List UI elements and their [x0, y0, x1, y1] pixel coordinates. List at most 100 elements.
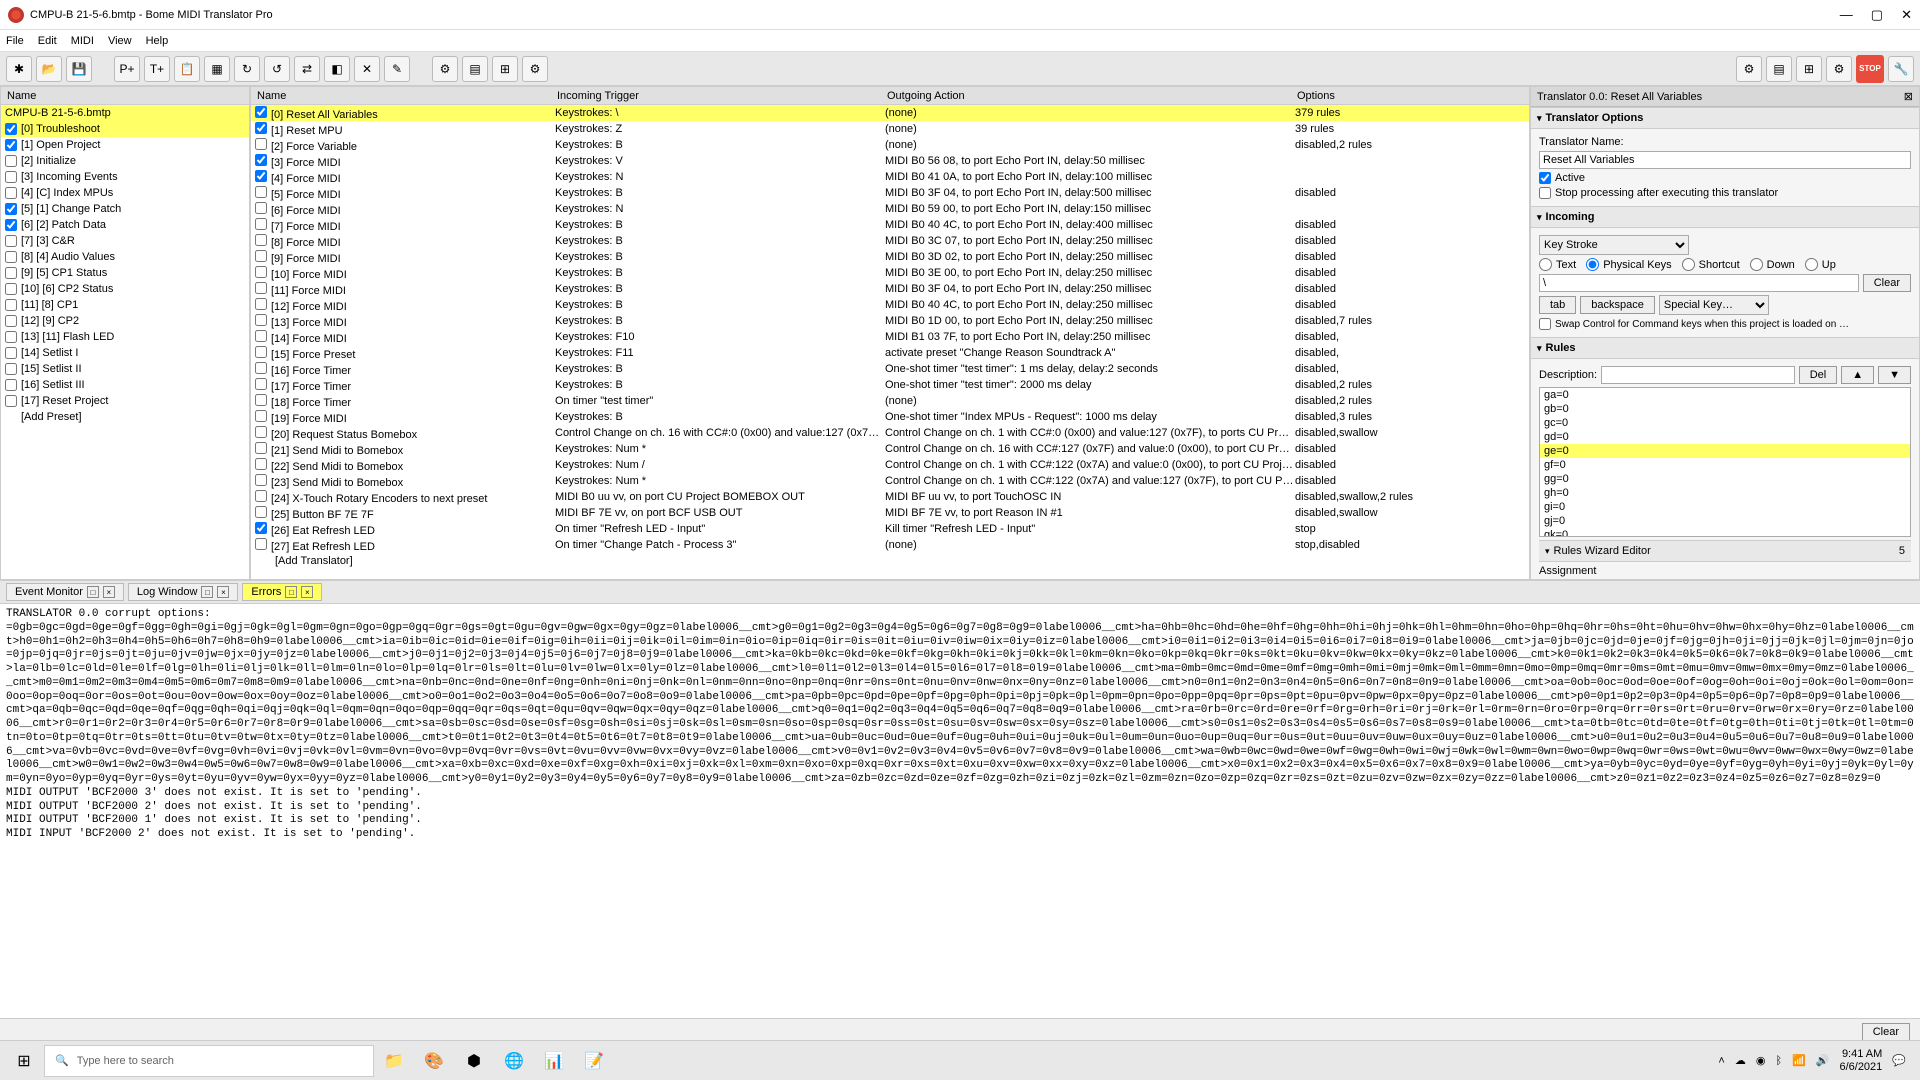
tab-log-window[interactable]: Log Window□× [128, 583, 239, 601]
stop-processing-checkbox[interactable] [1539, 187, 1551, 199]
translator-checkbox[interactable] [255, 458, 267, 470]
translator-checkbox[interactable] [255, 394, 267, 406]
translator-checkbox[interactable] [255, 330, 267, 342]
menu-help[interactable]: Help [146, 35, 169, 47]
rule-item[interactable]: gk=0 [1540, 528, 1910, 537]
translator-row[interactable]: [26] Eat Refresh LEDOn timer "Refresh LE… [251, 521, 1529, 537]
menu-view[interactable]: View [108, 35, 132, 47]
tray-chevron-icon[interactable]: ˄ [1718, 1055, 1724, 1067]
keymode-radio-physical-keys[interactable] [1586, 258, 1599, 271]
incoming-header[interactable]: Incoming [1531, 206, 1919, 228]
search-box[interactable]: 🔍 Type here to search [44, 1045, 374, 1077]
toolbar-btn-4[interactable]: P+ [114, 56, 140, 82]
swap-control-checkbox[interactable] [1539, 318, 1551, 330]
tab-close-icon[interactable]: × [301, 586, 313, 598]
translator-checkbox[interactable] [255, 378, 267, 390]
wizard-header[interactable]: Rules Wizard Editor 5 [1539, 540, 1911, 562]
translator-checkbox[interactable] [255, 106, 267, 118]
toolbar-wrench[interactable]: 🔧 [1888, 56, 1914, 82]
translator-row[interactable]: [8] Force MIDIKeystrokes: BMIDI B0 3C 07… [251, 233, 1529, 249]
preset-item[interactable]: [8] [4] Audio Values [1, 249, 249, 265]
translator-name-input[interactable] [1539, 151, 1911, 169]
translator-checkbox[interactable] [255, 522, 267, 534]
preset-item[interactable]: [15] Setlist II [1, 361, 249, 377]
preset-item[interactable]: [5] [1] Change Patch [1, 201, 249, 217]
preset-item[interactable]: [Add Preset] [1, 409, 249, 425]
translator-checkbox[interactable] [255, 234, 267, 246]
tray-volume-icon[interactable]: 🔊 [1816, 1054, 1830, 1067]
taskbar-app-chrome[interactable]: 🌐 [494, 1045, 534, 1077]
translator-row[interactable]: [7] Force MIDIKeystrokes: BMIDI B0 40 4C… [251, 217, 1529, 233]
toolbar-btn-1[interactable]: 📂 [36, 56, 62, 82]
toolbar-right-2[interactable]: ⊞ [1796, 56, 1822, 82]
taskbar-app-excel[interactable]: 📊 [534, 1045, 574, 1077]
clear-keystroke-button[interactable]: Clear [1863, 274, 1911, 292]
translator-row[interactable]: [19] Force MIDIKeystrokes: BOne-shot tim… [251, 409, 1529, 425]
translator-checkbox[interactable] [255, 538, 267, 550]
rules-list[interactable]: ga=0gb=0gc=0gd=0ge=0gf=0gg=0gh=0gi=0gj=0… [1539, 387, 1911, 537]
preset-checkbox[interactable] [5, 331, 17, 343]
close-button[interactable]: ✕ [1901, 7, 1912, 23]
taskbar-app-notes[interactable]: 📝 [574, 1045, 614, 1077]
preset-item[interactable]: [17] Reset Project [1, 393, 249, 409]
project-root[interactable]: CMPU-B 21-5-6.bmtp [1, 105, 249, 121]
toolbar-right-0[interactable]: ⚙ [1736, 56, 1762, 82]
preset-item[interactable]: [1] Open Project [1, 137, 249, 153]
translator-checkbox[interactable] [255, 314, 267, 326]
preset-item[interactable]: [13] [11] Flash LED [1, 329, 249, 345]
rule-item[interactable]: gb=0 [1540, 402, 1910, 416]
menu-midi[interactable]: MIDI [71, 35, 94, 47]
tab-event-monitor[interactable]: Event Monitor□× [6, 583, 124, 601]
preset-checkbox[interactable] [5, 203, 17, 215]
taskbar-app-1[interactable]: ⬢ [454, 1045, 494, 1077]
preset-item[interactable]: [12] [9] CP2 [1, 313, 249, 329]
toolbar-right-1[interactable]: ▤ [1766, 56, 1792, 82]
tray-cloud-icon[interactable]: ☁ [1735, 1054, 1746, 1067]
translator-row[interactable]: [5] Force MIDIKeystrokes: BMIDI B0 3F 04… [251, 185, 1529, 201]
stop-button[interactable]: STOP [1856, 55, 1884, 83]
menu-edit[interactable]: Edit [38, 35, 57, 47]
tray-wifi-icon[interactable]: 📶 [1792, 1054, 1806, 1067]
preset-checkbox[interactable] [5, 155, 17, 167]
preset-item[interactable]: [3] Incoming Events [1, 169, 249, 185]
toolbar-btn-18[interactable]: ⚙ [522, 56, 548, 82]
tab-detach-icon[interactable]: □ [201, 586, 213, 598]
rules-header[interactable]: Rules [1531, 337, 1919, 359]
preset-checkbox[interactable] [5, 123, 17, 135]
tab-key-button[interactable]: tab [1539, 296, 1576, 314]
keymode-radio-shortcut[interactable] [1682, 258, 1695, 271]
taskbar-app-explorer[interactable]: 📁 [374, 1045, 414, 1077]
clear-console-button[interactable]: Clear [1862, 1023, 1910, 1041]
toolbar-btn-0[interactable]: ✱ [6, 56, 32, 82]
description-input[interactable] [1601, 366, 1795, 384]
tab-detach-icon[interactable]: □ [87, 586, 99, 598]
translator-row[interactable]: [25] Button BF 7E 7FMIDI BF 7E vv, on po… [251, 505, 1529, 521]
translator-row[interactable]: [27] Eat Refresh LEDOn timer "Change Pat… [251, 537, 1529, 553]
preset-item[interactable]: [2] Initialize [1, 153, 249, 169]
preset-checkbox[interactable] [5, 251, 17, 263]
translator-row[interactable]: [3] Force MIDIKeystrokes: VMIDI B0 56 08… [251, 153, 1529, 169]
preset-item[interactable]: [11] [8] CP1 [1, 297, 249, 313]
tray-notifications-icon[interactable]: 💬 [1892, 1054, 1906, 1067]
translator-checkbox[interactable] [255, 202, 267, 214]
backspace-key-button[interactable]: backspace [1580, 296, 1655, 314]
translator-checkbox[interactable] [255, 506, 267, 518]
rule-item[interactable]: gj=0 [1540, 514, 1910, 528]
keymode-radio-down[interactable] [1750, 258, 1763, 271]
preset-checkbox[interactable] [5, 187, 17, 199]
translator-row[interactable]: [12] Force MIDIKeystrokes: BMIDI B0 40 4… [251, 297, 1529, 313]
translator-checkbox[interactable] [255, 170, 267, 182]
move-up-button[interactable]: ▲ [1841, 366, 1874, 384]
toolbar-btn-16[interactable]: ▤ [462, 56, 488, 82]
translator-row[interactable]: [18] Force TimerOn timer "test timer"(no… [251, 393, 1529, 409]
preset-item[interactable]: [16] Setlist III [1, 377, 249, 393]
translator-checkbox[interactable] [255, 122, 267, 134]
toolbar-btn-11[interactable]: ◧ [324, 56, 350, 82]
toolbar-btn-12[interactable]: ✕ [354, 56, 380, 82]
translator-checkbox[interactable] [255, 426, 267, 438]
preset-checkbox[interactable] [5, 219, 17, 231]
toolbar-btn-7[interactable]: ▦ [204, 56, 230, 82]
preset-item[interactable]: [14] Setlist I [1, 345, 249, 361]
rule-item[interactable]: ga=0 [1540, 388, 1910, 402]
maximize-button[interactable]: ▢ [1871, 7, 1883, 23]
